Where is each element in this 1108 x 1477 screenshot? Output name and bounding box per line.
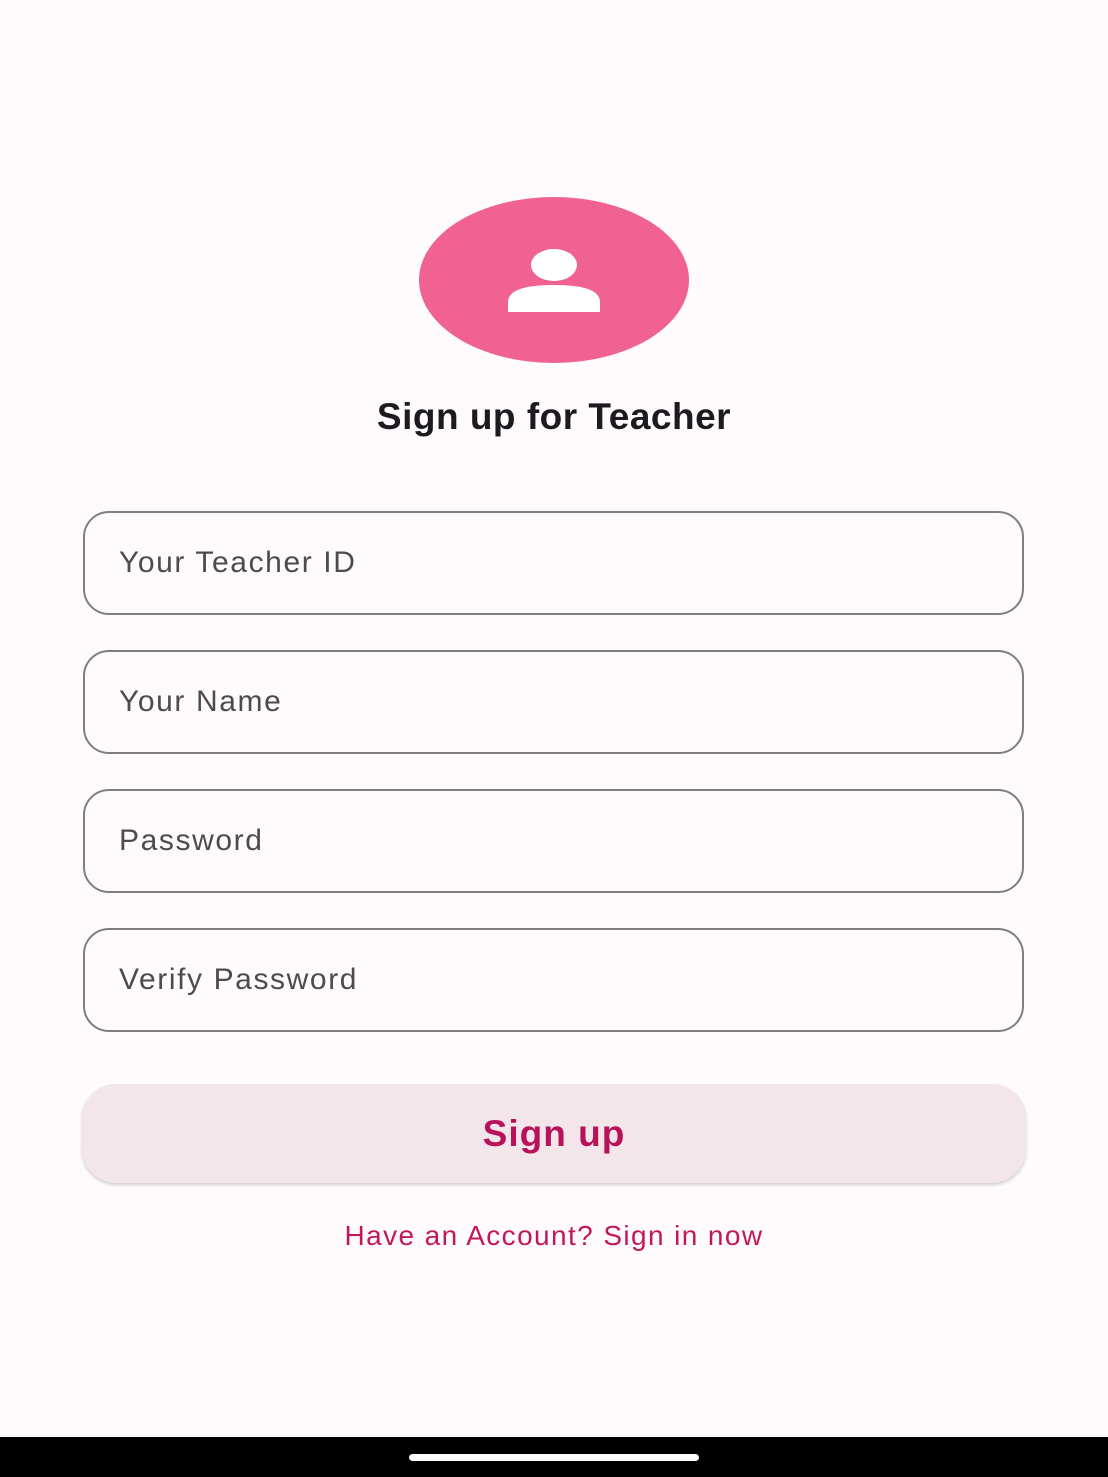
person-icon bbox=[508, 249, 600, 312]
signup-button-label: Sign up bbox=[482, 1112, 626, 1154]
verify-password-placeholder: Verify Password bbox=[119, 963, 359, 996]
password-placeholder: Password bbox=[119, 824, 264, 857]
avatar bbox=[419, 197, 689, 363]
password-field[interactable]: Password bbox=[83, 789, 1024, 893]
teacher-id-placeholder: Your Teacher ID bbox=[119, 546, 357, 579]
verify-password-field[interactable]: Verify Password bbox=[83, 928, 1024, 1032]
name-placeholder: Your Name bbox=[119, 685, 283, 718]
signup-button[interactable]: Sign up bbox=[82, 1084, 1026, 1183]
home-gesture-handle[interactable] bbox=[409, 1454, 699, 1461]
name-field[interactable]: Your Name bbox=[83, 650, 1024, 754]
signin-link[interactable]: Have an Account? Sign in now bbox=[0, 1220, 1108, 1252]
signup-screen: Sign up for Teacher Your Teacher ID Your… bbox=[0, 0, 1108, 1437]
teacher-id-field[interactable]: Your Teacher ID bbox=[83, 511, 1024, 615]
page-title: Sign up for Teacher bbox=[376, 396, 732, 437]
system-nav-bar bbox=[0, 1437, 1108, 1477]
